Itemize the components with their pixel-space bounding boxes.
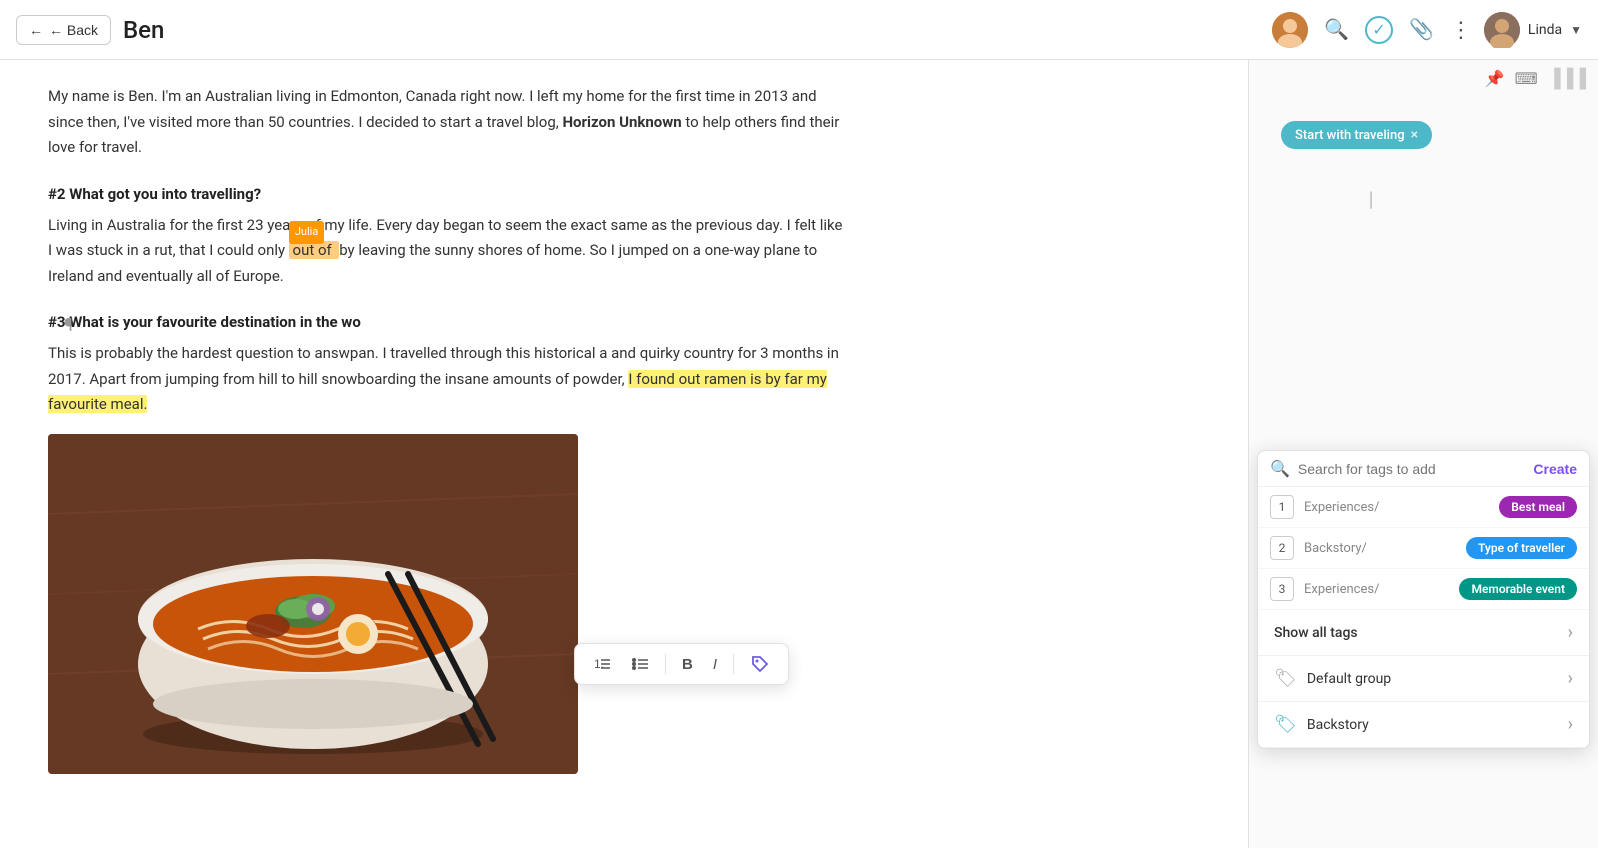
article-area: My name is Ben. I'm an Australian living… — [0, 60, 1248, 848]
tag-dropdown: 🔍 Create 1 Experiences/ Best meal 2 Back… — [1257, 450, 1590, 749]
highlight-julia: Julia out of — [289, 241, 339, 259]
tag-chip-close-button[interactable]: × — [1411, 127, 1418, 143]
default-group-icon: 🏷 — [1274, 668, 1297, 689]
pin-button[interactable]: 📌 — [1485, 68, 1505, 89]
show-all-tags-label: Show all tags — [1274, 625, 1568, 641]
attachment-button[interactable]: 📎 — [1409, 17, 1434, 42]
blog-name: Horizon Unknown — [562, 113, 681, 131]
unordered-list-button[interactable] — [623, 651, 657, 677]
back-arrow-icon: ← — [29, 22, 43, 38]
tag-row-2[interactable]: 2 Backstory/ Type of traveller — [1258, 528, 1589, 569]
user-avatar — [1484, 12, 1520, 48]
tag-search-icon: 🔍 — [1270, 459, 1290, 478]
show-all-tags-chevron: › — [1568, 622, 1573, 643]
floating-toolbar: 1. — [574, 643, 789, 685]
section3-body: This is probably the hardest question to… — [48, 341, 848, 418]
tag-search-input[interactable] — [1298, 461, 1525, 477]
backstory-group-icon: 🏷 — [1274, 714, 1297, 735]
paragraph-marker: ¶ — [64, 315, 73, 336]
tag-row-3[interactable]: 3 Experiences/ Memorable event — [1258, 569, 1589, 610]
backstory-group-label: Backstory — [1307, 717, 1558, 733]
section2: #2 What got you into travelling? Living … — [48, 185, 1200, 290]
cursor-indicator: | — [1369, 189, 1373, 209]
right-sidebar: 📌 ⌨ ▐▐▐ Start with traveling × | 🔍 — [1248, 60, 1598, 848]
italic-button[interactable]: I — [705, 652, 725, 677]
tag-category-1: Experiences/ — [1304, 500, 1489, 515]
create-tag-button[interactable]: Create — [1533, 461, 1577, 477]
bold-button[interactable]: B — [674, 652, 701, 677]
user-menu[interactable]: Linda ▼ — [1484, 12, 1582, 48]
contact-avatar-img — [1272, 12, 1308, 48]
ordered-list-button[interactable]: 1. — [585, 651, 619, 677]
section2-heading: #2 What got you into travelling? — [48, 185, 1200, 203]
sidebar-top-area: 📌 ⌨ ▐▐▐ — [1249, 60, 1598, 97]
julia-label: Julia — [289, 221, 324, 244]
tag-category-2: Backstory/ — [1304, 541, 1456, 556]
ramen-image — [48, 434, 578, 774]
toolbar-divider — [665, 654, 666, 674]
ordered-list-icon: 1. — [593, 655, 611, 673]
tag-search-row: 🔍 Create — [1258, 451, 1589, 487]
tag-number-3: 3 — [1270, 577, 1294, 601]
tag-row-1[interactable]: 1 Experiences/ Best meal — [1258, 487, 1589, 528]
tag-chip: Start with traveling × — [1281, 121, 1432, 149]
tag-badge-best-meal[interactable]: Best meal — [1499, 496, 1577, 518]
tag-badge-memorable-event[interactable]: Memorable event — [1459, 578, 1577, 600]
pin-icon: 📌 — [1485, 69, 1505, 89]
tag-number-2: 2 — [1270, 536, 1294, 560]
check-icon: ✓ — [1365, 16, 1393, 44]
back-button[interactable]: ← ← Back — [16, 15, 111, 45]
tag-category-3: Experiences/ — [1304, 582, 1449, 597]
tag-button[interactable] — [742, 650, 778, 678]
tag-badge-type-traveller[interactable]: Type of traveller — [1466, 537, 1577, 559]
user-dropdown-icon: ▼ — [1570, 23, 1582, 37]
sidebar-bars-button[interactable]: ▐▐▐ — [1548, 68, 1586, 89]
tag-number-1: 1 — [1270, 495, 1294, 519]
section2-body: Living in Australia for the first 23 yea… — [48, 213, 848, 290]
default-group-chevron: › — [1568, 668, 1573, 689]
contact-avatar — [1272, 12, 1308, 48]
bold-icon: B — [682, 656, 693, 673]
default-group-label: Default group — [1307, 671, 1558, 687]
clip-icon: 📎 — [1409, 17, 1434, 42]
default-group-row[interactable]: 🏷 Default group › — [1258, 656, 1589, 702]
bars-icon: ▐▐▐ — [1548, 68, 1586, 89]
more-icon: ⋮ — [1450, 17, 1472, 43]
more-options-button[interactable]: ⋮ — [1450, 17, 1472, 43]
main-content: My name is Ben. I'm an Australian living… — [0, 60, 1598, 848]
back-label: ← Back — [49, 22, 98, 38]
search-icon: 🔍 — [1324, 17, 1349, 42]
check-button[interactable]: ✓ — [1365, 16, 1393, 44]
italic-icon: I — [713, 656, 717, 673]
intro-text: My name is Ben. I'm an Australian living… — [48, 84, 848, 161]
nav-icons: 🔍 ✓ 📎 ⋮ — [1272, 12, 1472, 48]
section3-heading: #3 What is your favourite destination in… — [48, 313, 1200, 331]
show-all-tags-row[interactable]: Show all tags › — [1258, 610, 1589, 656]
section3: ¶ #3 What is your favourite destination … — [48, 313, 1200, 774]
tag-chip-area: Start with traveling × — [1249, 97, 1598, 173]
tag-icon — [750, 654, 770, 674]
tag-chip-label: Start with traveling — [1295, 128, 1405, 143]
unordered-list-icon — [631, 655, 649, 673]
user-name: Linda — [1528, 22, 1562, 38]
intro-section: My name is Ben. I'm an Australian living… — [48, 84, 1200, 161]
ramen-bowl-svg — [48, 434, 578, 774]
backstory-group-chevron: › — [1568, 714, 1573, 735]
keyboard-icon: ⌨ — [1515, 69, 1538, 89]
backstory-group-row[interactable]: 🏷 Backstory › — [1258, 702, 1589, 748]
search-button[interactable]: 🔍 — [1324, 17, 1349, 42]
top-navigation: ← ← Back Ben 🔍 ✓ 📎 ⋮ — [0, 0, 1598, 60]
page-title: Ben — [123, 16, 1260, 44]
keyboard-button[interactable]: ⌨ — [1515, 68, 1538, 89]
toolbar-divider-2 — [733, 654, 734, 674]
